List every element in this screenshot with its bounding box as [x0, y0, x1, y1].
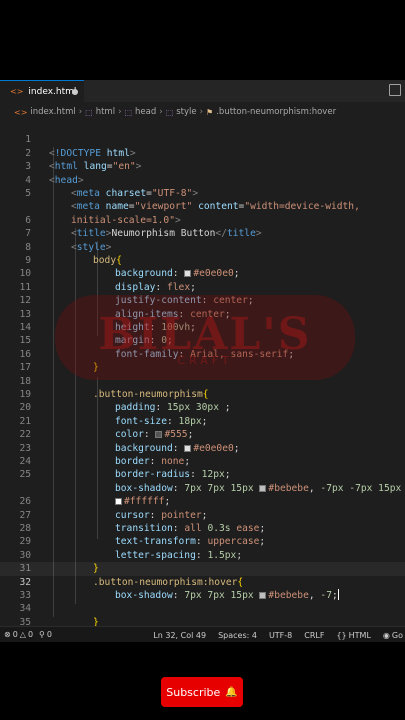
tab-bar: <> index.html — [0, 80, 405, 102]
code-line: 27 transition: all 0.3s ease; — [19, 509, 266, 534]
subscribe-button[interactable]: Subscribe 🔔 — [161, 677, 243, 707]
element-icon: ⬚ — [165, 107, 174, 117]
code-line: 14 margin: 0; — [19, 322, 173, 347]
code-line: 25 box-shadow: 7px 7px 15px #bebebe, -7p… — [19, 469, 402, 494]
tab-index-html[interactable]: <> index.html — [0, 80, 84, 102]
breadcrumb-selector[interactable]: ⚑ .button-neumorphism:hover — [206, 107, 336, 117]
code-line: 3 <head> — [25, 161, 84, 186]
cursor-position[interactable]: Ln 32, Col 49 — [153, 631, 206, 640]
code-line: 24 border-radius: 12px; — [19, 456, 231, 481]
code-line: 23 border: none; — [19, 442, 191, 467]
code-line: 19 padding: 15px 30px ; — [19, 389, 231, 414]
code-line: 22 background: #e0e0e0; — [19, 429, 240, 454]
error-icon: ⊗ — [4, 630, 11, 639]
code-line: 35 </style> — [19, 616, 31, 628]
code-line: 8 body{ — [25, 241, 122, 266]
encoding[interactable]: UTF-8 — [269, 631, 292, 640]
split-editor-icon[interactable] — [389, 84, 401, 96]
bell-icon: 🔔 — [225, 686, 238, 698]
code-line: 9 background: #e0e0e0; — [25, 255, 240, 280]
code-line: 17 — [19, 362, 31, 374]
warning-icon: △ — [19, 630, 26, 639]
code-line: #ffffff; — [0, 468, 405, 507]
code-line: initial-scale=1.0"> — [71, 214, 181, 226]
code-line: 5 <meta name="viewport" content="width=d… — [25, 188, 360, 213]
code-line: 12 align-items: center; — [19, 295, 231, 320]
html-file-icon: <> — [14, 107, 28, 117]
element-icon: ⬚ — [124, 107, 133, 117]
code-line: 34 } — [19, 603, 99, 628]
problems-indicator[interactable]: ⊗ 0 △ 0 — [4, 630, 33, 639]
breadcrumb-style[interactable]: ⬚ style — [166, 107, 197, 117]
code-line: 33 — [19, 590, 31, 601]
code-line-active: 32 box-shadow: 7px 7px 15px #bebebe, -7; — [0, 562, 405, 601]
code-line: 2 <html lang="en"> — [25, 147, 142, 173]
status-bar: ⊗ 0 △ 0 ⚲ 0 Ln 32, Col 49 Spaces: 4 UTF-… — [0, 626, 405, 642]
go-live-button[interactable]: ◉ Go — [383, 631, 403, 640]
breadcrumb-html[interactable]: ⬚ html — [85, 107, 115, 117]
breadcrumb-file[interactable]: <> index.html — [14, 107, 76, 117]
status-right: Ln 32, Col 49 Spaces: 4 UTF-8 CRLF {} HT… — [153, 627, 403, 643]
chevron-right-icon: › — [159, 107, 163, 117]
code-line: 29 letter-spacing: 1.5px; — [19, 536, 243, 561]
code-line: 10 display: flex; — [19, 268, 196, 293]
code-line: 26 cursor: pointer; — [19, 496, 208, 521]
tab-actions — [389, 84, 401, 96]
ports-indicator[interactable]: ⚲ 0 — [39, 630, 52, 639]
code-line: 18 .button-neumorphism{ — [19, 375, 209, 400]
code-line: 28 text-transform: uppercase; — [19, 523, 266, 548]
chevron-right-icon: › — [199, 107, 204, 117]
code-line: 6 <title>Neumorphism Button</title> — [25, 214, 262, 240]
subscribe-label: Subscribe — [166, 685, 221, 699]
chevron-right-icon: › — [118, 107, 122, 117]
code-line: 21 color: #555; — [19, 415, 194, 441]
line-endings[interactable]: CRLF — [304, 631, 324, 640]
breadcrumb-head[interactable]: ⬚ head — [124, 107, 156, 117]
code-line: 15 font-family: Arial, sans-serif; — [19, 335, 295, 360]
code-line: 7 <style> — [25, 228, 112, 253]
element-icon: ⬚ — [85, 107, 93, 117]
chevron-right-icon: › — [78, 107, 83, 117]
html-file-icon: <> — [10, 87, 24, 96]
css-rule-icon: ⚑ — [206, 107, 214, 117]
code-line: 1 <!DOCTYPE html> — [25, 134, 136, 159]
code-line: 20 font-size: 18px; — [19, 402, 208, 427]
code-line: 4 <meta charset="UTF-8"> — [25, 174, 199, 199]
code-editor: <> index.html <> index.html › ⬚ html › ⬚… — [0, 80, 405, 642]
status-left: ⊗ 0 △ 0 ⚲ 0 — [0, 630, 52, 639]
language-mode[interactable]: {} HTML — [336, 631, 370, 640]
code-line: 31 .button-neumorphism:hover{ — [19, 563, 244, 588]
breadcrumb: <> index.html › ⬚ html › ⬚ head › ⬚ styl… — [0, 102, 405, 122]
indentation[interactable]: Spaces: 4 — [218, 631, 257, 640]
braces-icon: {} — [336, 630, 347, 640]
tab-label: index.html — [28, 86, 77, 97]
broadcast-icon: ⚲ — [39, 630, 45, 639]
code-line: 13 height: 100vh; — [19, 308, 196, 333]
code-area[interactable]: 1 <!DOCTYPE html> 2 <html lang="en"> 3 <… — [0, 120, 405, 630]
unsaved-dot-icon[interactable] — [72, 89, 78, 95]
code-line: 16 } — [19, 348, 99, 374]
code-line: 30 } — [19, 549, 99, 575]
broadcast-icon: ◉ — [382, 630, 390, 640]
code-line: 11 justify-content: center; — [19, 281, 254, 307]
